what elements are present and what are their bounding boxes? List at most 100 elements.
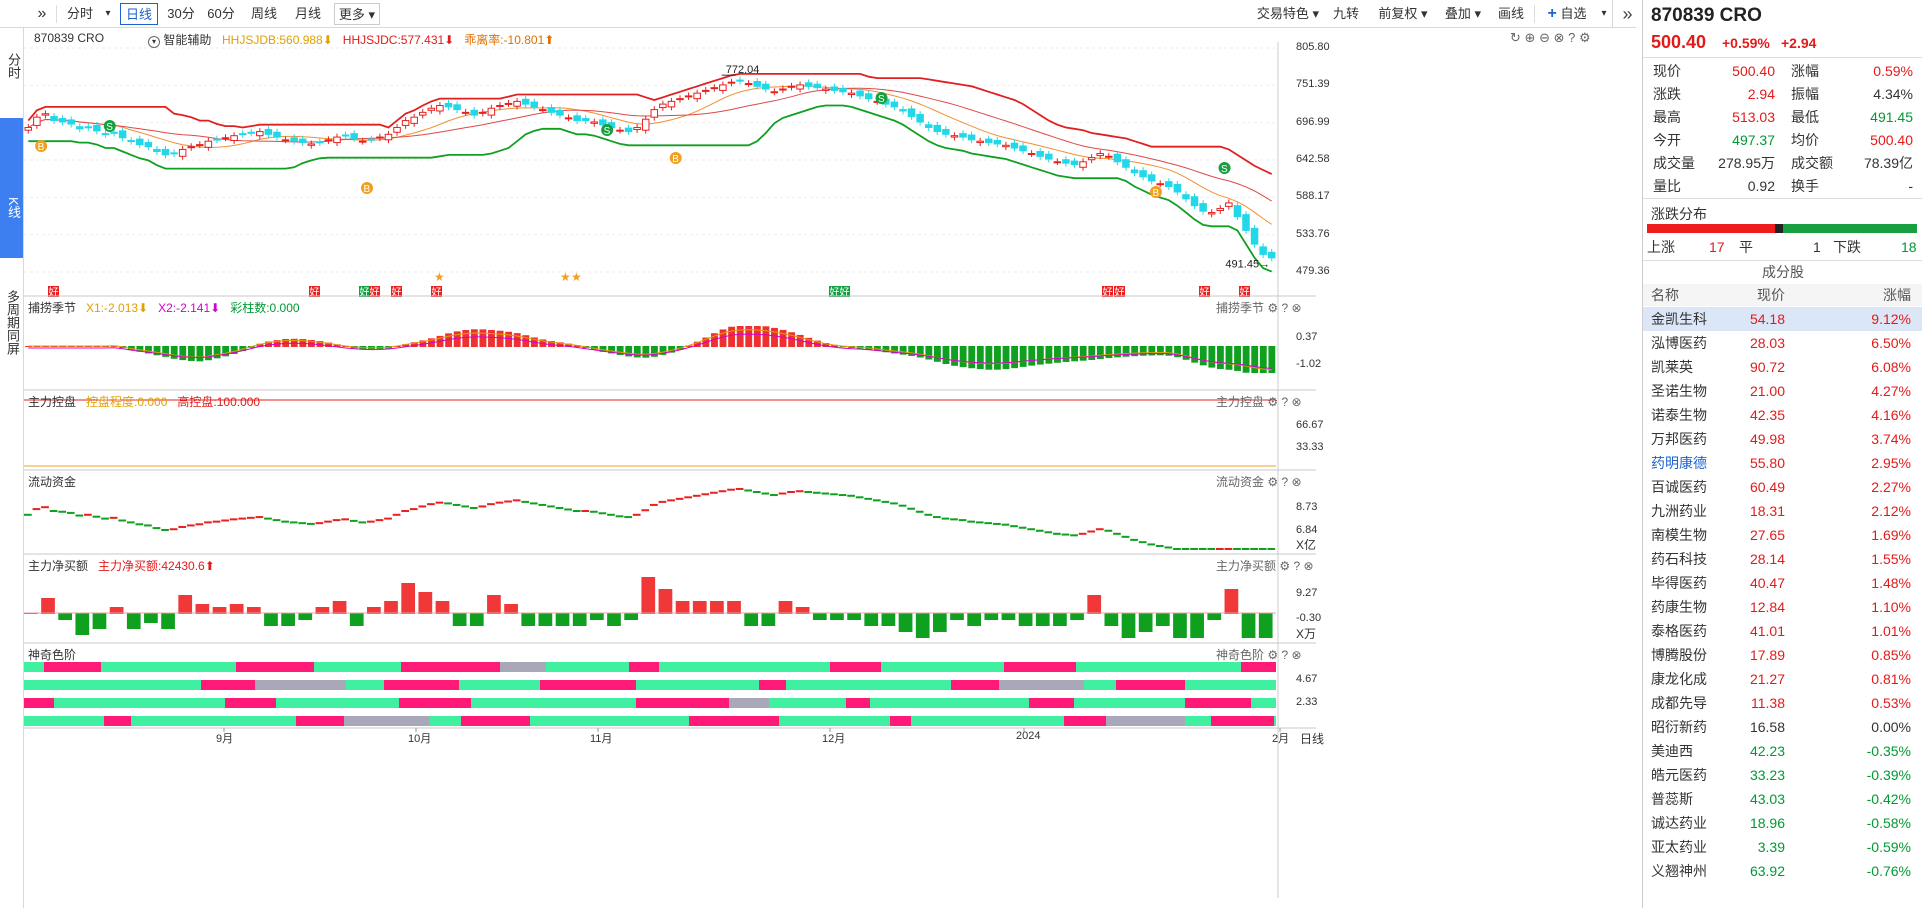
quote-label: 成交量 — [1653, 155, 1695, 171]
constituent-row[interactable]: 康龙化成 21.27 0.81% — [1643, 667, 1922, 691]
close-icon[interactable]: ⊗ — [1304, 559, 1314, 573]
tab-more[interactable]: 更多 ▾ — [334, 3, 380, 25]
assist-toggle[interactable]: ▾ 智能辅助 — [148, 31, 211, 48]
constituent-row[interactable]: 泓博医药 28.03 6.50% — [1643, 331, 1922, 355]
liquidity-tick — [418, 505, 427, 508]
tab-daily[interactable]: 日线 — [120, 3, 158, 25]
draw-line-button[interactable]: 画线 — [1494, 3, 1528, 25]
color-band-segment — [1185, 698, 1251, 708]
constituent-row[interactable]: 成都先导 11.38 0.53% — [1643, 691, 1922, 715]
main-y-tick: 696.99 — [1296, 115, 1330, 128]
help-icon[interactable]: ? — [1281, 648, 1288, 662]
constituent-row[interactable]: 昭衍新药 16.58 0.00% — [1643, 715, 1922, 739]
candle-body — [641, 118, 650, 131]
tab-intraday[interactable]: 分时 — [62, 3, 98, 25]
overlay-button[interactable]: 叠加 ▾ — [1440, 3, 1486, 25]
gear-icon[interactable]: ⚙ — [1579, 30, 1591, 45]
gear-icon[interactable]: ⚙ — [1267, 395, 1278, 409]
left-tab-intraday[interactable]: 分时 — [0, 38, 23, 90]
x-period-label[interactable]: 日线 — [1300, 730, 1324, 747]
panel-collapse-icon[interactable]: » — [1612, 0, 1642, 28]
chart-canvas[interactable]: 772.04491.45→BSBSBSBS好好好好好好好好好好好好★ ★ ★ — [24, 28, 1636, 908]
panel-title[interactable]: 主力净买额 — [28, 559, 88, 573]
panel-title[interactable]: 神奇色阶 — [28, 648, 76, 662]
forward-adjust-button[interactable]: 前复权 ▾ — [1374, 3, 1432, 25]
left-tab-kline[interactable]: K线 — [0, 118, 23, 258]
tab-weekly[interactable]: 周线 — [246, 3, 282, 25]
panel-title[interactable]: 主力控盘 — [28, 395, 76, 409]
good-marker-text: 好 — [49, 287, 59, 299]
net-buy-bar — [555, 613, 570, 626]
constituent-row[interactable]: 亚太药业 3.39 -0.59% — [1643, 835, 1922, 859]
candle-body — [1036, 150, 1044, 157]
candle-body — [418, 111, 427, 116]
net-buy-bar — [812, 613, 827, 620]
close-icon[interactable]: ⊗ — [1292, 301, 1302, 315]
liquidity-tick — [392, 513, 401, 516]
constituent-row[interactable]: 南模生物 27.65 1.69% — [1643, 523, 1922, 547]
panel-title[interactable]: 捕捞季节 — [28, 301, 76, 315]
gear-icon[interactable]: ⚙ — [1267, 475, 1278, 489]
help-icon[interactable]: ? — [1568, 30, 1575, 45]
tab-60min[interactable]: 60分 — [204, 3, 238, 25]
liquidity-tick — [409, 508, 418, 511]
color-band-segment — [1185, 662, 1241, 672]
col-name-header[interactable]: 名称 — [1651, 284, 1679, 306]
nine-turn-button[interactable]: 九转 — [1330, 3, 1362, 25]
gear-icon[interactable]: ⚙ — [1267, 648, 1278, 662]
zoom-in-icon[interactable]: ⊕ — [1525, 30, 1536, 45]
liquidity-tick — [306, 522, 315, 525]
panel-title[interactable]: 流动资金 — [28, 475, 76, 489]
quote-change: +2.94 — [1781, 35, 1817, 51]
quote-row: 成交量 278.95万 成交额 78.39亿 — [1653, 152, 1913, 174]
left-tab-multi-period[interactable]: 多周期同屏 — [0, 266, 23, 376]
color-band-segment — [344, 716, 429, 726]
col-chg-header[interactable]: 涨幅 — [1883, 284, 1911, 306]
constituent-row[interactable]: 万邦医药 49.98 3.74% — [1643, 427, 1922, 451]
constituent-row[interactable]: 博腾股份 17.89 0.85% — [1643, 643, 1922, 667]
constituent-row[interactable]: 凯莱英 90.72 6.08% — [1643, 355, 1922, 379]
constituent-row[interactable]: 药石科技 28.14 1.55% — [1643, 547, 1922, 571]
constituent-row[interactable]: 毕得医药 40.47 1.48% — [1643, 571, 1922, 595]
constituent-row[interactable]: 百诚医药 60.49 2.27% — [1643, 475, 1922, 499]
tab-monthly[interactable]: 月线 — [290, 3, 326, 25]
constituent-row[interactable]: 义翘神州 63.92 -0.76% — [1643, 859, 1922, 883]
help-icon[interactable]: ? — [1293, 559, 1300, 573]
close-icon[interactable]: ⊗ — [1292, 475, 1302, 489]
constituent-row[interactable]: 普蕊斯 43.03 -0.42% — [1643, 787, 1922, 811]
close-icon[interactable]: ⊗ — [1292, 648, 1302, 662]
gear-icon[interactable]: ⚙ — [1267, 301, 1278, 315]
constituent-row[interactable]: 皓元医药 33.23 -0.39% — [1643, 763, 1922, 787]
season-bar — [1242, 346, 1250, 373]
constituent-row[interactable]: 诺泰生物 42.35 4.16% — [1643, 403, 1922, 427]
liquidity-tick — [1173, 548, 1181, 550]
close-icon[interactable]: ⊗ — [1554, 30, 1565, 45]
tab-30min[interactable]: 30分 — [164, 3, 198, 25]
gear-icon[interactable]: ⚙ — [1279, 559, 1290, 573]
constituent-row[interactable]: 美迪西 42.23 -0.35% — [1643, 739, 1922, 763]
color-band-segment — [24, 662, 44, 672]
trade-features-button[interactable]: 交易特色 ▾ — [1252, 3, 1324, 25]
net-buy-bar — [1053, 613, 1067, 626]
constituent-row[interactable]: 圣诺生物 21.00 4.27% — [1643, 379, 1922, 403]
watchlist-dropdown-icon[interactable]: ▾ — [1596, 3, 1612, 25]
col-price-header[interactable]: 现价 — [1757, 284, 1785, 306]
constituent-row[interactable]: 药康生物 12.84 1.10% — [1643, 595, 1922, 619]
zoom-out-icon[interactable]: ⊖ — [1539, 30, 1550, 45]
constituent-row[interactable]: 诚达药业 18.96 -0.58% — [1643, 811, 1922, 835]
chevron-down-icon[interactable]: ▾ — [98, 3, 118, 25]
constituent-row[interactable]: 金凯生科 54.18 9.12% — [1643, 307, 1922, 331]
help-icon[interactable]: ? — [1281, 475, 1288, 489]
constituent-row[interactable]: 九洲药业 18.31 2.12% — [1643, 499, 1922, 523]
help-icon[interactable]: ? — [1281, 395, 1288, 409]
constituent-name: 美迪西 — [1651, 743, 1693, 759]
double-chevron-right-icon[interactable]: » — [30, 3, 54, 25]
watchlist-button[interactable]: + 自选 — [1538, 3, 1596, 25]
refresh-icon[interactable]: ↻ — [1510, 30, 1521, 45]
constituent-price: 11.38 — [1751, 695, 1785, 711]
constituent-row[interactable]: 药明康德 55.80 2.95% — [1643, 451, 1922, 475]
liquidity-tick — [650, 503, 658, 506]
constituent-row[interactable]: 泰格医药 41.01 1.01% — [1643, 619, 1922, 643]
close-icon[interactable]: ⊗ — [1292, 395, 1302, 409]
help-icon[interactable]: ? — [1281, 301, 1288, 315]
